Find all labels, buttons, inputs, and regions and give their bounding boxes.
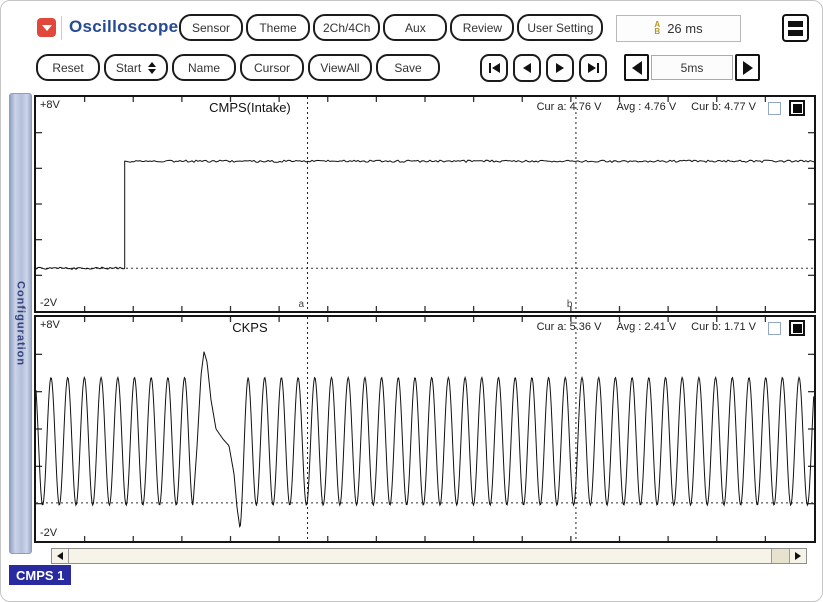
y-max-label: +8V bbox=[40, 319, 60, 331]
reset-button[interactable]: Reset bbox=[36, 54, 100, 81]
scroll-left-button[interactable] bbox=[52, 549, 69, 563]
spinner-down-icon bbox=[148, 68, 157, 74]
waveform-svg-channel-1 bbox=[36, 97, 814, 311]
app-dropdown-icon[interactable] bbox=[37, 18, 56, 37]
bar-icon bbox=[488, 63, 491, 73]
checkbox-fill bbox=[792, 323, 802, 333]
spinner-up-icon bbox=[148, 61, 157, 67]
horizontal-scrollbar[interactable] bbox=[51, 548, 807, 564]
channel-1-checkbox-checked[interactable] bbox=[789, 100, 805, 116]
left-triangle-icon bbox=[631, 60, 642, 75]
start-button[interactable]: Start bbox=[104, 54, 168, 81]
top-toolbar: Oscilloscope Sensor Theme 2Ch/4Ch Aux Re… bbox=[1, 14, 822, 44]
channel-1-title: CMPS(Intake) bbox=[209, 100, 291, 115]
right-triangle-icon bbox=[587, 63, 596, 73]
viewall-button[interactable]: ViewAll bbox=[308, 54, 372, 81]
theme-button[interactable]: Theme bbox=[246, 14, 310, 41]
step-back-button[interactable] bbox=[513, 54, 541, 82]
channel-1-panel: +8V CMPS(Intake) Cur a: 4.76 V Avg : 4.7… bbox=[34, 95, 816, 313]
timebase-value-field[interactable]: 5ms bbox=[651, 55, 733, 80]
bar-icon bbox=[596, 63, 599, 73]
review-button[interactable]: Review bbox=[450, 14, 515, 41]
menu-bar-icon bbox=[788, 20, 803, 27]
right-triangle-icon bbox=[742, 60, 753, 75]
cursor-a-readout: Cur a: 4.76 V bbox=[536, 101, 602, 113]
channel-2-title: CKPS bbox=[232, 320, 268, 335]
oscilloscope-window: Oscilloscope Sensor Theme 2Ch/4Ch Aux Re… bbox=[0, 0, 823, 602]
timebase-selector: 5ms bbox=[624, 54, 760, 81]
user-setting-button[interactable]: User Setting bbox=[517, 14, 604, 41]
start-button-label: Start bbox=[115, 60, 142, 75]
channel-mode-button[interactable]: 2Ch/4Ch bbox=[313, 14, 381, 41]
cursor-a-readout: Cur a: 5.36 V bbox=[536, 321, 602, 333]
window-menu-icon[interactable] bbox=[782, 14, 809, 42]
down-arrow-icon bbox=[41, 25, 52, 31]
left-triangle-icon bbox=[491, 63, 500, 73]
timebase-increase-button[interactable] bbox=[735, 54, 760, 81]
skip-to-first-button[interactable] bbox=[480, 54, 508, 82]
y-min-label: -2V bbox=[40, 527, 58, 539]
channel-1-checkbox-unchecked[interactable] bbox=[768, 102, 781, 115]
channel-2-checkbox-checked[interactable] bbox=[789, 320, 805, 336]
channel-2-panel: +8V CKPS Cur a: 5.36 V Avg : 2.41 V Cur … bbox=[34, 315, 816, 543]
y-max-label: +8V bbox=[40, 99, 60, 111]
waveform-svg-channel-2 bbox=[36, 317, 814, 541]
ab-cursor-time-display[interactable]: A B 26 ms bbox=[616, 15, 741, 42]
right-triangle-icon bbox=[795, 552, 801, 560]
avg-readout: Avg : 4.76 V bbox=[616, 101, 677, 113]
sidebar-configuration-tab[interactable]: Configuration bbox=[9, 93, 32, 554]
playback-controls bbox=[480, 54, 607, 82]
scope-display-area: +8V CMPS(Intake) Cur a: 4.76 V Avg : 4.7… bbox=[34, 95, 816, 543]
sidebar-label: Configuration bbox=[14, 280, 27, 367]
skip-to-last-button[interactable] bbox=[579, 54, 607, 82]
cursor-b-tag[interactable]: b bbox=[567, 299, 573, 310]
checkbox-fill bbox=[792, 103, 802, 113]
save-button[interactable]: Save bbox=[376, 54, 440, 81]
left-triangle-icon bbox=[57, 552, 63, 560]
cursor-b-readout: Cur b: 1.71 V bbox=[691, 321, 756, 333]
cursor-b-readout: Cur b: 4.77 V bbox=[691, 101, 756, 113]
timebase-decrease-button[interactable] bbox=[624, 54, 649, 81]
aux-button[interactable]: Aux bbox=[383, 14, 448, 41]
right-triangle-icon bbox=[556, 63, 564, 73]
channel-1-readouts: Cur a: 4.76 V Avg : 4.76 V Cur b: 4.77 V bbox=[537, 101, 756, 113]
toolbar-divider bbox=[61, 16, 62, 40]
name-button[interactable]: Name bbox=[172, 54, 236, 81]
cursor-b-glyph: B bbox=[654, 26, 661, 36]
ab-cursors-icon: A B bbox=[654, 21, 661, 36]
menu-bar-icon bbox=[788, 29, 803, 36]
cursor-button[interactable]: Cursor bbox=[240, 54, 304, 81]
scrollbar-track[interactable] bbox=[772, 549, 789, 563]
sensor-button[interactable]: Sensor bbox=[179, 14, 243, 41]
step-forward-button[interactable] bbox=[546, 54, 574, 82]
top-button-group: Sensor Theme 2Ch/4Ch Aux Review User Set… bbox=[179, 14, 604, 41]
control-toolbar: Reset Start Name Cursor ViewAll Save 5ms bbox=[1, 54, 822, 84]
y-min-label: -2V bbox=[40, 297, 58, 309]
ab-time-value: 26 ms bbox=[667, 21, 703, 36]
spinner-icon[interactable] bbox=[148, 61, 157, 74]
channel-2-readouts: Cur a: 5.36 V Avg : 2.41 V Cur b: 1.71 V bbox=[537, 321, 756, 333]
control-button-group: Reset Start Name Cursor ViewAll Save bbox=[36, 54, 440, 81]
scroll-right-button[interactable] bbox=[789, 549, 806, 563]
left-triangle-icon bbox=[523, 63, 531, 73]
page-title: Oscilloscope bbox=[69, 17, 179, 36]
channel-2-checkbox-unchecked[interactable] bbox=[768, 322, 781, 335]
channel-tag-badge[interactable]: CMPS 1 bbox=[9, 565, 72, 585]
scrollbar-thumb[interactable] bbox=[69, 549, 772, 563]
avg-readout: Avg : 2.41 V bbox=[616, 321, 677, 333]
cursor-a-tag[interactable]: a bbox=[299, 299, 305, 310]
